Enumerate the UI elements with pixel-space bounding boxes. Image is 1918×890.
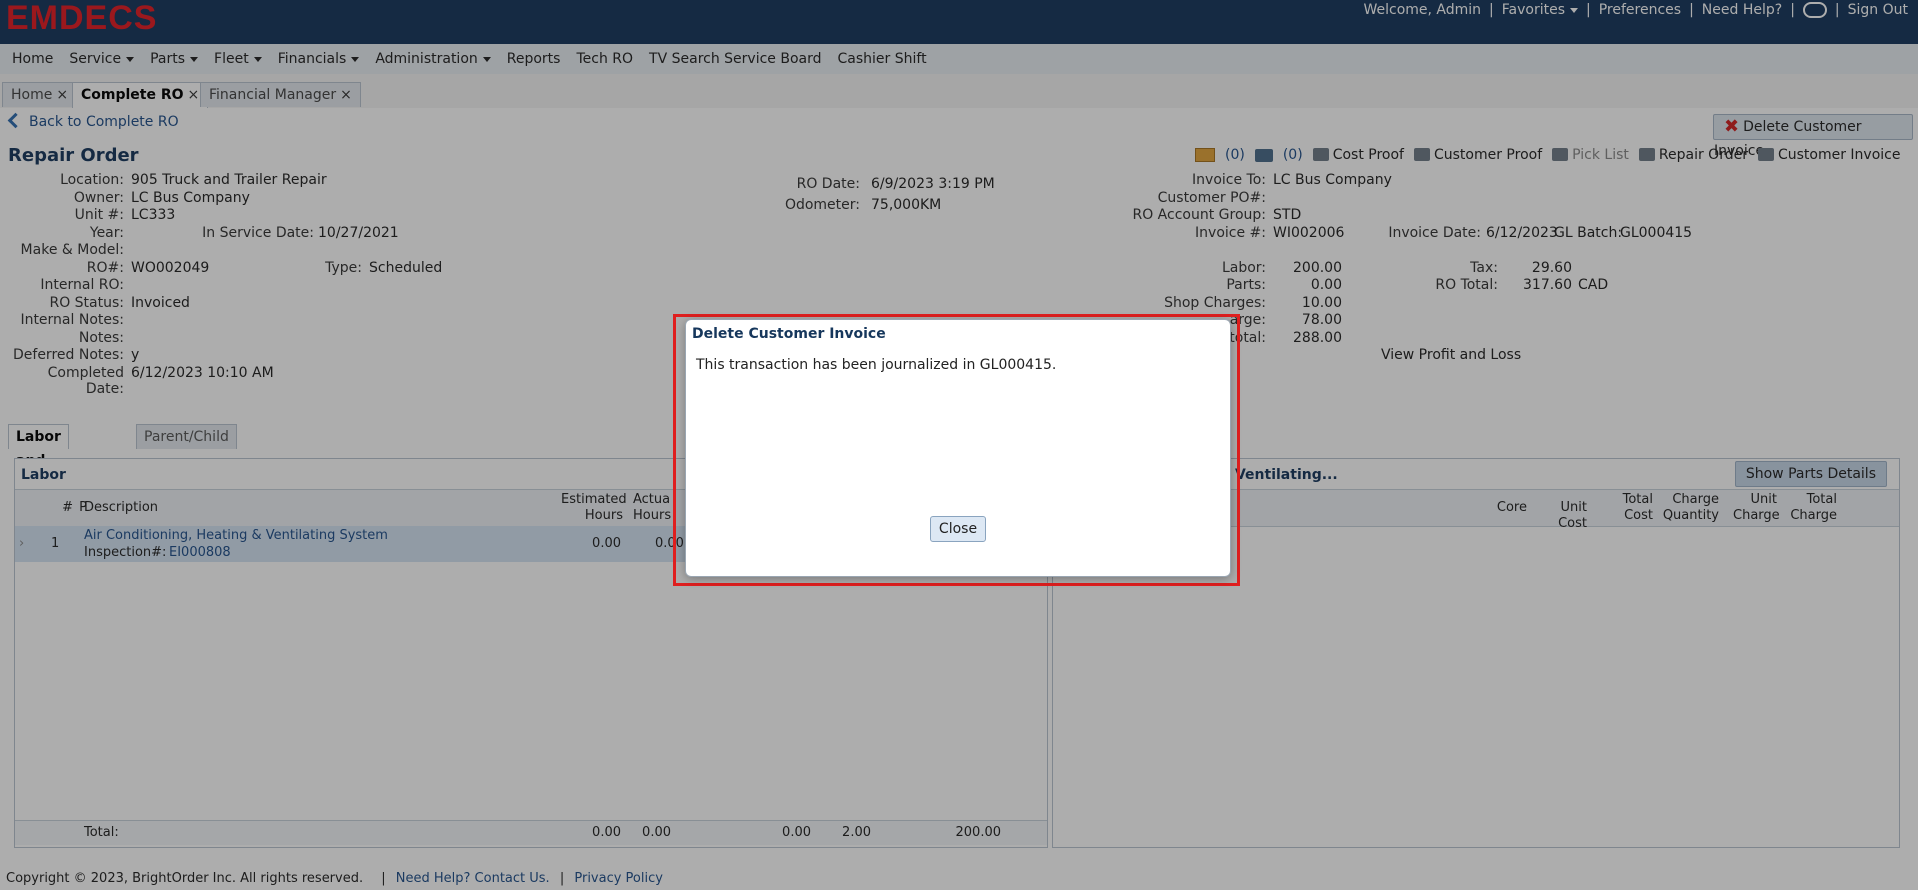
delete-customer-invoice-dialog: Delete Customer Invoice This transaction… xyxy=(685,319,1231,577)
dialog-title: Delete Customer Invoice xyxy=(692,326,886,342)
close-button[interactable]: Close xyxy=(930,516,986,542)
dialog-message: This transaction has been journalized in… xyxy=(696,357,1057,373)
